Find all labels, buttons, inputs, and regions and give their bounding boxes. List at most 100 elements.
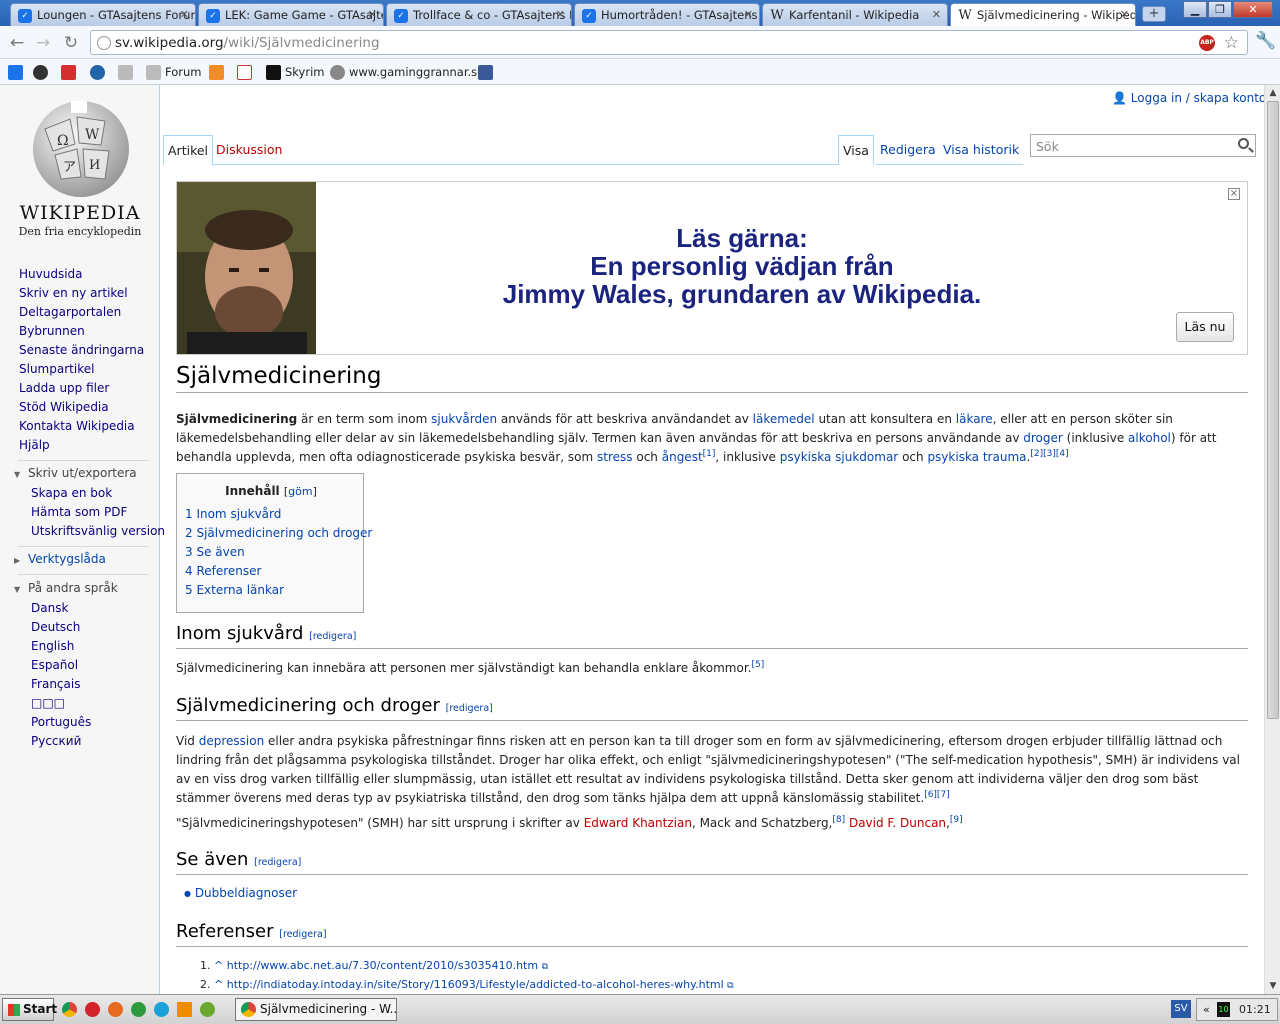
sidebar-item-kontakta-wikipedia[interactable]: Kontakta Wikipedia — [19, 419, 135, 433]
close-tab-icon[interactable]: ✕ — [744, 8, 753, 21]
language-indicator[interactable]: SV — [1171, 1000, 1191, 1018]
tray-monitor-icon[interactable]: 10 — [1217, 1002, 1230, 1017]
browser-tab-loungen[interactable]: ✓ Loungen - GTAsajtens Forum ✕ — [10, 3, 196, 26]
citation-8[interactable]: [8] — [832, 815, 845, 825]
bookmark-folder-icon[interactable] — [118, 63, 137, 81]
bookmark-forum[interactable]: Forum — [146, 63, 201, 81]
toc-item-2[interactable]: 2 Självmedicinering och droger — [185, 526, 372, 540]
toc-item-1[interactable]: 1 Inom sjukvård — [185, 507, 281, 521]
link-psykiska-sjukdomar[interactable]: psykiska sjukdomar — [780, 450, 899, 464]
banner-headline[interactable]: Läs gärna: En personlig vädjan från Jimm… — [317, 224, 1167, 308]
sidebar-item-senaste-andringarna[interactable]: Senaste ändringarna — [19, 343, 144, 357]
link-dubbeldiagnoser[interactable]: Dubbeldiagnoser — [195, 886, 297, 900]
edit-section-link[interactable]: redigera — [313, 631, 353, 642]
close-window-icon[interactable]: ✕ — [1233, 1, 1273, 18]
sidebar-item-hamta-pdf[interactable]: Hämta som PDF — [31, 505, 127, 519]
reload-icon[interactable]: ↻ — [60, 32, 82, 54]
link-angest[interactable]: ångest — [662, 450, 703, 464]
browser-tab-karfentanil[interactable]: W Karfentanil - Wikipedia ✕ — [762, 3, 948, 26]
opera-quicklaunch-icon[interactable] — [85, 1002, 100, 1017]
login-link[interactable]: 👤 Logga in / skapa konto — [1112, 91, 1264, 105]
maximize-window-icon[interactable]: ❐ — [1208, 1, 1232, 18]
link-droger[interactable]: droger — [1023, 431, 1063, 445]
minimize-window-icon[interactable]: ▁ — [1183, 1, 1207, 18]
sidebar-item-huvudsida[interactable]: Huvudsida — [19, 267, 83, 281]
tab-redigera[interactable]: Redigera — [876, 135, 940, 165]
start-button[interactable]: Start — [2, 998, 57, 1021]
portal-tools[interactable]: ▶ Verktygslåda — [14, 552, 106, 566]
sidebar-item-deltagarportalen[interactable]: Deltagarportalen — [19, 305, 121, 319]
sidebar-item-bybrunnen[interactable]: Bybrunnen — [19, 324, 85, 338]
edit-section-link[interactable]: redigera — [258, 857, 298, 868]
edit-section-link[interactable]: redigera — [449, 703, 489, 714]
tab-visa-historik[interactable]: Visa historik — [939, 135, 1024, 165]
toc-item-5[interactable]: 5 Externa länkar — [185, 583, 284, 597]
adblock-plus-icon[interactable]: ABP — [1199, 35, 1215, 51]
citation-1[interactable]: [1] — [703, 449, 716, 459]
list-item[interactable]: ● Dubbeldiagnoser — [184, 886, 297, 900]
bookmark-facebook-icon[interactable] — [478, 63, 497, 81]
firefox-quicklaunch-icon[interactable] — [108, 1002, 123, 1017]
search-input[interactable]: Sök — [1030, 134, 1256, 157]
tray-expand-icon[interactable]: « — [1203, 999, 1210, 1020]
tab-artikel[interactable]: Artikel — [163, 135, 214, 165]
close-tab-icon[interactable]: ✕ — [1120, 8, 1129, 21]
lang-deutsch[interactable]: Deutsch — [31, 620, 80, 634]
sidebar-item-skapa-bok[interactable]: Skapa en bok — [31, 486, 112, 500]
bookmark-gmail-icon[interactable] — [237, 63, 256, 81]
forward-arrow-icon[interactable]: → — [32, 32, 54, 54]
close-tab-icon[interactable]: ✕ — [932, 8, 941, 21]
back-arrow-icon[interactable]: ← — [6, 32, 28, 54]
citation-9[interactable]: [9] — [950, 815, 963, 825]
reference-url[interactable]: http://indiatoday.intoday.in/site/Story/… — [227, 978, 724, 991]
taskbar-window-button[interactable]: Självmedicinering - W... — [235, 998, 397, 1021]
close-tab-icon[interactable]: ✕ — [180, 8, 189, 21]
lang-francais[interactable]: Français — [31, 677, 80, 691]
portal-print-export[interactable]: ▼ Skriv ut/exportera — [14, 466, 137, 480]
portal-languages[interactable]: ▼ På andra språk — [14, 581, 118, 595]
vlc-quicklaunch-icon[interactable] — [177, 1002, 192, 1017]
citation-5[interactable]: [5] — [751, 660, 764, 670]
scrollbar-thumb[interactable] — [1267, 101, 1279, 719]
close-tab-icon[interactable]: ✕ — [368, 8, 377, 21]
scroll-up-arrow-icon[interactable]: ▲ — [1265, 85, 1280, 101]
link-sjukvarden[interactable]: sjukvården — [431, 412, 497, 426]
bookmark-checkmark-icon[interactable] — [8, 63, 27, 81]
bookmark-runner-icon[interactable] — [209, 63, 228, 81]
lang-cjk[interactable]: □□□ — [31, 696, 65, 710]
tab-diskussion[interactable]: Diskussion — [212, 135, 284, 165]
link-david-duncan[interactable]: David F. Duncan — [849, 816, 946, 830]
sidebar-item-slumpartikel[interactable]: Slumpartikel — [19, 362, 94, 376]
bookmark-star-icon[interactable]: ☆ — [1224, 33, 1239, 53]
search-icon[interactable] — [1238, 138, 1249, 149]
citation-6-7[interactable]: [6][7] — [924, 790, 950, 800]
browser-tab-humor[interactable]: ✓ Humortråden! - GTAsajtens F ✕ — [574, 3, 760, 26]
spotify-quicklaunch-icon[interactable] — [200, 1002, 215, 1017]
link-psykiska-trauma[interactable]: psykiska trauma — [927, 450, 1026, 464]
lang-russian[interactable]: Русский — [31, 734, 81, 748]
link-lakare[interactable]: läkare — [956, 412, 993, 426]
link-alkohol[interactable]: alkohol — [1128, 431, 1171, 445]
sidebar-item-hjalp[interactable]: Hjälp — [19, 438, 50, 452]
toc-item-4[interactable]: 4 Referenser — [185, 564, 261, 578]
wrench-menu-icon[interactable]: 🔧 — [1255, 31, 1276, 51]
tab-visa[interactable]: Visa — [838, 135, 874, 165]
link-lakemedel[interactable]: läkemedel — [753, 412, 815, 426]
wikipedia-globe-logo[interactable]: Ω W ア И — [25, 99, 137, 199]
citation-2-4[interactable]: [2][3][4] — [1030, 449, 1068, 459]
utorrent-quicklaunch-icon[interactable] — [131, 1002, 146, 1017]
bookmark-youtube-icon[interactable] — [61, 63, 80, 81]
clock[interactable]: 01:21 — [1239, 999, 1271, 1020]
bookmark-gaminggrannar[interactable]: www.gaminggrannar.se — [330, 63, 484, 81]
reference-backlink[interactable]: ^ — [214, 959, 223, 972]
reference-url[interactable]: http://www.abc.net.au/7.30/content/2010/… — [227, 959, 538, 972]
browser-tab-trollface[interactable]: ✓ Trollface & co - GTAsajtens F ✕ — [386, 3, 572, 26]
sidebar-item-skriv-ny-artikel[interactable]: Skriv en ny artikel — [19, 286, 128, 300]
browser-tab-lek[interactable]: ✓ LEK: Game Game - GTAsajter ✕ — [198, 3, 384, 26]
bookmark-globe-icon[interactable] — [90, 63, 109, 81]
edit-section-link[interactable]: redigera — [283, 929, 323, 940]
chrome-quicklaunch-icon[interactable] — [62, 1002, 77, 1017]
browser-tab-active[interactable]: W Självmedicinering - Wikipedia ✕ — [950, 3, 1136, 26]
skype-quicklaunch-icon[interactable] — [154, 1002, 169, 1017]
close-tab-icon[interactable]: ✕ — [556, 8, 565, 21]
